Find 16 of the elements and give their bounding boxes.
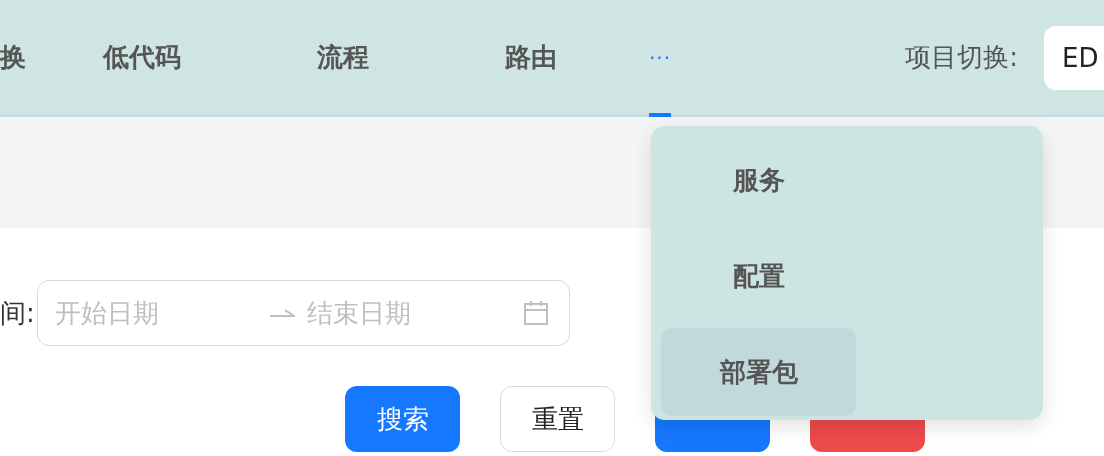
menu-item[interactable]: 部署包 — [661, 328, 856, 416]
action-button[interactable]: 重置 — [500, 386, 615, 452]
nav-tab[interactable]: ··· — [625, 0, 696, 115]
project-switch-label: 项目切换: — [905, 41, 1018, 74]
nav-tab[interactable]: 换 — [0, 0, 35, 115]
nav-tab[interactable]: 流程 — [249, 0, 437, 115]
project-select[interactable]: ED — [1044, 25, 1104, 90]
start-date-placeholder: 开始日期 — [55, 296, 160, 330]
action-button[interactable]: 搜索 — [345, 386, 460, 452]
menu-item[interactable]: 配置 — [661, 232, 856, 320]
calendar-icon — [523, 300, 549, 326]
end-date-placeholder: 结束日期 — [307, 296, 412, 330]
date-label: 间: — [0, 296, 30, 330]
nav-tab[interactable]: 路由 — [437, 0, 625, 115]
menu-item[interactable]: 服务 — [661, 136, 856, 224]
nav-tab[interactable]: 低代码 — [35, 0, 249, 115]
